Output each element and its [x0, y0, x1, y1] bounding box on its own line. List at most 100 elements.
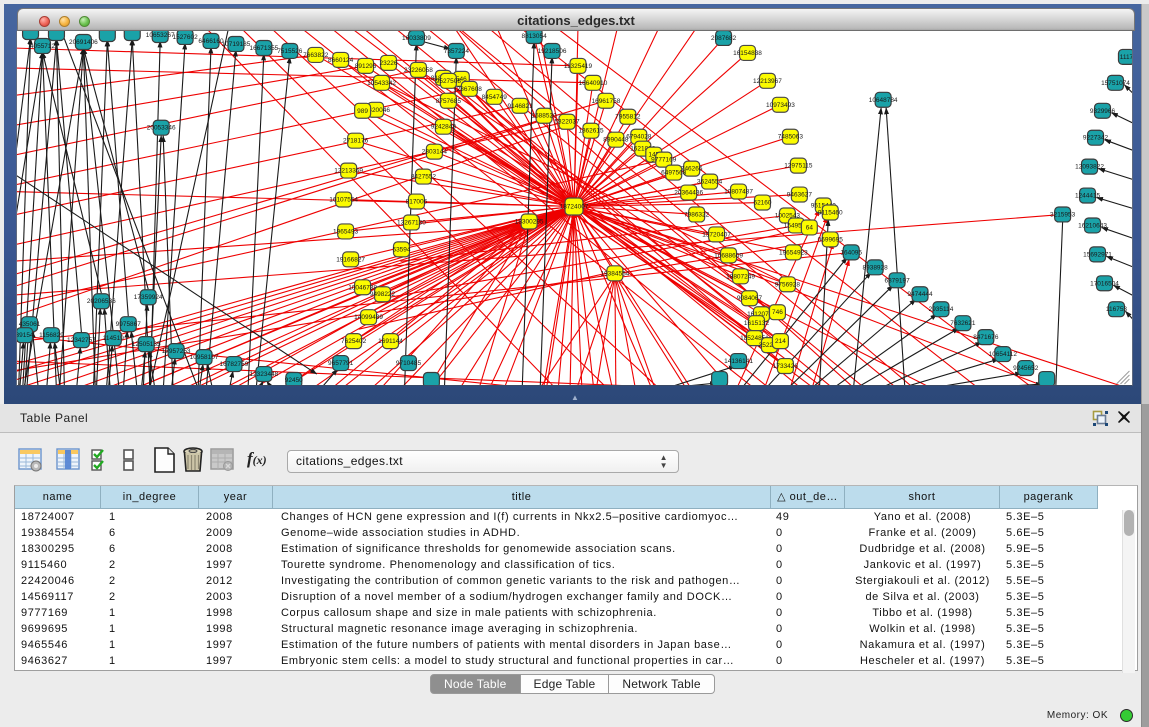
- svg-text:9527508: 9527508: [436, 78, 462, 85]
- svg-text:11325419: 11325419: [564, 63, 593, 70]
- svg-text:10807487: 10807487: [724, 189, 753, 196]
- svg-text:15692971: 15692971: [1083, 251, 1112, 258]
- svg-text:114519: 114519: [103, 335, 125, 342]
- svg-text:20206536: 20206536: [87, 298, 116, 305]
- svg-text:7357224: 7357224: [444, 48, 470, 55]
- svg-text:20364436: 20364436: [674, 190, 703, 197]
- svg-text:3215953: 3215953: [1050, 211, 1076, 218]
- svg-text:19218506: 19218506: [538, 48, 567, 55]
- svg-text:8454749: 8454749: [482, 94, 508, 101]
- svg-text:5322037: 5322037: [554, 119, 580, 126]
- svg-text:6497568: 6497568: [661, 170, 687, 177]
- svg-text:10653267: 10653267: [146, 32, 175, 39]
- svg-text:9777169: 9777169: [651, 157, 677, 164]
- svg-text:9975867: 9975867: [116, 321, 142, 328]
- svg-text:16210643: 16210643: [1078, 222, 1107, 229]
- svg-text:10958107: 10958107: [190, 354, 219, 361]
- svg-text:7986322: 7986322: [684, 211, 710, 218]
- svg-text:13267130: 13267130: [397, 219, 426, 226]
- svg-text:12093822: 12093822: [1075, 164, 1104, 171]
- svg-text:12342757: 12342757: [67, 337, 96, 344]
- svg-text:989: 989: [357, 108, 368, 115]
- svg-text:39154: 39154: [16, 332, 34, 339]
- svg-text:3624554: 3624554: [697, 179, 723, 186]
- svg-text:817006: 817006: [406, 199, 428, 206]
- svg-text:4055712: 4055712: [30, 43, 56, 50]
- svg-text:6879197: 6879197: [884, 277, 910, 284]
- svg-text:16033809: 16033809: [402, 35, 431, 42]
- svg-text:2087682: 2087682: [711, 35, 737, 42]
- svg-text:16107554: 16107554: [329, 197, 358, 204]
- svg-text:1244415: 1244415: [1075, 193, 1101, 200]
- svg-text:9329966: 9329966: [1090, 108, 1116, 115]
- svg-text:18807249: 18807249: [726, 273, 755, 280]
- svg-text:8938928: 8938928: [863, 264, 889, 271]
- svg-text:1691144: 1691144: [378, 338, 403, 345]
- svg-text:9227342: 9227342: [1083, 135, 1109, 142]
- svg-text:14136141: 14136141: [724, 358, 753, 365]
- svg-text:15751074: 15751074: [1101, 80, 1130, 87]
- svg-text:7955812: 7955812: [615, 114, 641, 121]
- svg-text:2803144: 2803144: [422, 149, 448, 156]
- svg-text:16961758: 16961758: [592, 98, 621, 105]
- svg-text:9657791: 9657791: [328, 360, 354, 367]
- svg-text:8990448: 8990448: [603, 137, 629, 144]
- svg-text:14099489: 14099489: [354, 314, 383, 321]
- svg-text:62160: 62160: [753, 200, 771, 207]
- svg-text:10973493: 10973493: [766, 102, 795, 109]
- svg-text:16671355: 16671355: [249, 45, 278, 52]
- svg-text:12505135: 12505135: [132, 341, 161, 348]
- svg-text:1156829: 1156829: [39, 332, 64, 339]
- svg-text:2935114: 2935114: [929, 306, 954, 313]
- svg-text:8757685: 8757685: [436, 98, 462, 105]
- svg-text:0699695: 0699695: [818, 236, 844, 243]
- svg-text:10654112: 10654112: [989, 351, 1018, 358]
- svg-text:92450: 92450: [285, 377, 303, 384]
- svg-text:7663822: 7663822: [303, 52, 329, 59]
- svg-text:53594: 53594: [392, 246, 410, 253]
- svg-text:8471676: 8471676: [973, 334, 999, 341]
- svg-text:1615132: 1615132: [744, 320, 770, 327]
- svg-text:17957253: 17957253: [162, 348, 191, 355]
- svg-text:10688609: 10688609: [714, 252, 743, 259]
- svg-text:12323448: 12323448: [249, 371, 278, 378]
- svg-text:17359924: 17359924: [134, 294, 163, 301]
- svg-text:6466160: 6466160: [198, 38, 224, 45]
- svg-text:9115460: 9115460: [818, 209, 843, 216]
- svg-text:18300295: 18300295: [515, 218, 544, 225]
- svg-text:9242848: 9242848: [431, 124, 457, 131]
- svg-text:9498222: 9498222: [370, 291, 396, 298]
- svg-text:2867608: 2867608: [457, 86, 483, 93]
- svg-text:7625402: 7625402: [341, 338, 367, 345]
- svg-text:16154838: 16154838: [733, 50, 762, 57]
- svg-text:9146821: 9146821: [508, 103, 534, 110]
- svg-text:8427552: 8427552: [411, 174, 437, 181]
- svg-text:8660124: 8660124: [328, 57, 354, 64]
- svg-text:214: 214: [775, 338, 786, 345]
- svg-text:15720407: 15720407: [702, 231, 731, 238]
- svg-text:9710485: 9710485: [396, 360, 422, 367]
- svg-text:1588520: 1588520: [531, 113, 557, 120]
- svg-text:1362615: 1362615: [578, 128, 604, 135]
- svg-text:20053346: 20053346: [147, 125, 176, 132]
- svg-text:16640910: 16640910: [579, 80, 608, 87]
- svg-text:2718176: 2718176: [343, 138, 369, 145]
- svg-text:17016504: 17016504: [1090, 280, 1119, 287]
- svg-text:10543342: 10543342: [367, 80, 396, 87]
- svg-text:9463627: 9463627: [787, 192, 813, 199]
- svg-text:19166827: 19166827: [336, 256, 365, 263]
- svg-text:12213967: 12213967: [753, 78, 782, 85]
- svg-text:10648784: 10648784: [869, 97, 898, 104]
- svg-text:1527602: 1527602: [173, 34, 199, 41]
- svg-text:116753: 116753: [1106, 306, 1128, 313]
- svg-text:10719185: 10719185: [222, 41, 251, 48]
- svg-text:6794028: 6794028: [626, 134, 652, 141]
- svg-text:16782759: 16782759: [220, 361, 249, 368]
- svg-text:19654923: 19654923: [779, 249, 808, 256]
- svg-text:9245652: 9245652: [1013, 365, 1039, 372]
- svg-text:1965493: 1965493: [333, 228, 359, 235]
- svg-text:7515526: 7515526: [277, 48, 303, 55]
- svg-text:164095: 164095: [840, 249, 862, 256]
- svg-text:9474444: 9474444: [907, 291, 933, 298]
- svg-text:891295: 891295: [355, 63, 377, 70]
